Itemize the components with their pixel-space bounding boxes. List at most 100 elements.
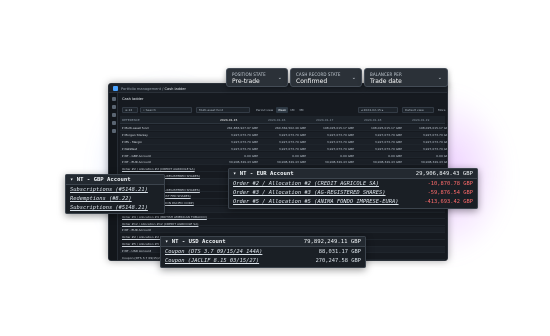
table-row[interactable]: Order #9 / Allocation #9 (BRITISH AMERIC… xyxy=(120,213,445,220)
usd-account-card: ▾ NT - USD Account 79,892,249.11 GBP Cou… xyxy=(160,236,366,268)
period-tab-week[interactable]: Week xyxy=(276,107,289,113)
table-row[interactable]: Order #12 / Allocation #12 (CREDIT AGRIC… xyxy=(120,220,445,227)
row-name[interactable]: Order #2 / Allocation #2 (CREDIT AGRICOL… xyxy=(122,167,195,171)
row-cell: 3,927,073.70 GBP xyxy=(422,139,448,144)
col-date-5[interactable]: 2024-01-19 xyxy=(412,118,429,122)
col-date-2[interactable]: 2024-01-16 xyxy=(268,118,285,122)
period-tab-1m[interactable]: 1M xyxy=(288,107,297,113)
col-reference[interactable]: REFERENCE xyxy=(122,118,140,122)
chevron-down-icon: ⌄ xyxy=(351,75,356,81)
eur-account-header[interactable]: ▾ NT - EUR Account 29,906,849.43 GBP xyxy=(229,169,477,179)
table-row[interactable]: ▾ MS - Margin 3,927,073.70 GBP 3,927,073.7… xyxy=(120,138,448,145)
period-label: Period view xyxy=(256,108,274,112)
row-cell: 198,025,015.17 GBP xyxy=(322,126,354,131)
col-date-1[interactable]: 2024-01-15 xyxy=(220,118,237,122)
eur-account-total: 29,906,849.43 GBP xyxy=(415,171,473,177)
row-cell: 0.00 GBP xyxy=(436,153,447,158)
col-date-4[interactable]: 2024-01-18 xyxy=(364,118,381,122)
eur-item-link[interactable]: Order #5 / Allocation #5 (ANIMA FONDO IM… xyxy=(233,199,399,205)
row-name[interactable]: ▾ NT - EUR Account xyxy=(122,228,151,232)
row-cell: 0.00 GBP xyxy=(340,153,354,158)
sidebar-portfolio-icon[interactable] xyxy=(111,105,116,109)
table-row[interactable]: ▾ NT - GBP Account 0.00 GBP 0.00 GBP 0.00 G… xyxy=(120,152,447,159)
position-state-chip[interactable]: POSITION STATE Pre-trade ⌄ xyxy=(226,68,288,87)
view-select[interactable]: Default view xyxy=(402,107,434,113)
position-state-label: POSITION STATE xyxy=(232,71,266,77)
eur-item-value: -10,870.78 GBP xyxy=(427,181,473,187)
table-row[interactable]: ▾ Morgan Stanley 3,927,073.70 GBP 3,927,07… xyxy=(120,131,448,138)
usd-item-value: 270,247.58 GBP xyxy=(315,258,361,264)
date-picker[interactable]: ◂ 2024-02-15 ▸ xyxy=(358,107,398,113)
breadcrumb-root[interactable]: Portfolio management xyxy=(121,87,161,91)
row-name[interactable]: Order #12 / Allocation #12 (CREDIT AGRIC… xyxy=(122,222,198,226)
gbp-item-link[interactable]: Redemptions (#8.22) xyxy=(70,196,132,202)
row-name[interactable]: ▾ MS - Margin xyxy=(122,140,142,144)
fund-select[interactable]: Multi-asset fund xyxy=(196,107,250,113)
row-cell: 3,927,073.70 GBP xyxy=(374,146,402,151)
row-cell: 39,908,349.43 GBP xyxy=(420,160,448,165)
row-name[interactable]: Order #9 / Allocation #9 (BRITISH AMERIC… xyxy=(122,215,207,219)
page-title: Cash ladder xyxy=(122,97,144,101)
row-cell: 198,025,015.17 GBP xyxy=(370,126,402,131)
row-cell: 39,908,349.43 GBP xyxy=(324,160,354,165)
row-name[interactable]: ▾ NT - EUR Account xyxy=(122,160,151,164)
row-cell: 39,908,349.43 GBP xyxy=(276,160,306,165)
usd-item-link[interactable]: Coupon (DTS 3.7 09/15/24 144A) xyxy=(165,249,262,255)
gbp-item-link[interactable]: Subscriptions (#5148.21) xyxy=(70,205,148,211)
row-cell: 260,362,502.49 GBP xyxy=(274,126,306,131)
row-name[interactable]: ▾ NT - USD Account xyxy=(122,249,151,253)
usd-account-total: 79,892,249.11 GBP xyxy=(303,239,361,245)
filter-count: 22 xyxy=(128,108,133,112)
usd-account-header[interactable]: ▾ NT - USD Account 79,892,249.11 GBP xyxy=(161,237,365,247)
row-name[interactable]: ▾ Multi-asset fund xyxy=(122,126,149,130)
col-date-3[interactable]: 2024-01-17 xyxy=(316,118,333,122)
usd-item-value: 88,031.17 GBP xyxy=(318,249,361,255)
breadcrumb-page: Cash ladder xyxy=(164,86,186,91)
row-name[interactable]: ▾ Morgan Stanley xyxy=(122,133,148,137)
app-logo-icon[interactable] xyxy=(113,86,118,91)
row-cell: 3,927,073.70 GBP xyxy=(326,133,354,138)
row-cell: 3,927,073.70 GBP xyxy=(278,146,306,151)
table-row[interactable]: ▾ Multi-asset fund 261,883,927.97 GBP 260,… xyxy=(120,125,447,131)
row-cell: 3,927,073.70 GBP xyxy=(326,139,354,144)
gbp-account-header[interactable]: ▾ NT - GBP Account xyxy=(66,175,164,185)
balancer-per-label: BALANCER PER xyxy=(370,71,402,77)
row-name[interactable]: ▾ NT - GBP Account xyxy=(122,154,151,158)
sidebar-home-icon[interactable] xyxy=(111,97,116,101)
table-row[interactable]: ▾ NT - EUR Account 39,908,349.43 GBP 39,90… xyxy=(120,159,448,165)
row-cell: 3,927,073.70 GBP xyxy=(326,146,354,151)
position-state-value: Pre-trade xyxy=(232,78,260,85)
cash-record-state-chip[interactable]: CASH RECORD STATE Confirmed ⌄ xyxy=(290,68,362,87)
gbp-item-link[interactable]: Subscriptions (#5148.21) xyxy=(70,187,148,193)
balancer-per-chip[interactable]: BALANCER PER Trade date ⌄ xyxy=(364,68,448,87)
eur-item-link[interactable]: Order #2 / Allocation #2 (CREDIT AGRICOL… xyxy=(233,181,379,187)
eur-item-link[interactable]: Order #3 / Allocation #3 (AG-REGISTERED … xyxy=(233,190,386,196)
gbp-account-card: ▾ NT - GBP Account Subscriptions (#5148.… xyxy=(65,174,165,214)
row-cell: 3,927,073.70 GBP xyxy=(230,146,258,151)
more-button[interactable]: More xyxy=(436,107,447,113)
eur-item-value: -413,693.42 GBP xyxy=(424,199,473,205)
page-header: Cash ladder xyxy=(120,95,445,103)
view-value: Default view xyxy=(405,108,424,112)
row-cell: 0.00 GBP xyxy=(292,153,306,158)
row-cell: 3,927,073.70 GBP xyxy=(422,133,448,138)
table-row[interactable]: ▾ NatWest 3,927,073.70 GBP 3,927,073.70 GB… xyxy=(120,145,447,152)
row-cell: 3,927,073.70 GBP xyxy=(374,139,402,144)
sidebar-orders-icon[interactable] xyxy=(111,113,116,117)
sidebar-reports-icon[interactable] xyxy=(111,129,116,133)
row-cell: 3,927,073.70 GBP xyxy=(278,139,306,144)
toolbar: ≡ 22 ⌕ Search Multi-asset fund Period vi… xyxy=(120,106,445,114)
row-cell: 39,908,349.43 GBP xyxy=(228,160,258,165)
search-input[interactable]: ⌕ Search xyxy=(140,107,192,113)
cash-record-state-label: CASH RECORD STATE xyxy=(296,71,341,77)
row-cell: 0.00 GBP xyxy=(244,153,258,158)
eur-account-title: ▾ NT - EUR Account xyxy=(233,171,294,177)
filter-button[interactable]: ≡ 22 xyxy=(122,107,138,113)
usd-item-link[interactable]: Coupon (JACLIF 8.15 03/15/27) xyxy=(165,258,259,264)
table-row[interactable]: ▾ NT - EUR Account xyxy=(120,227,445,233)
chevron-down-icon: ⌄ xyxy=(437,75,442,81)
row-name[interactable]: ▾ NatWest xyxy=(122,147,137,151)
period-tab-3m[interactable]: 3M xyxy=(297,107,306,113)
fund-select-value: Multi-asset fund xyxy=(199,108,224,112)
sidebar-cash-icon[interactable] xyxy=(111,121,116,125)
